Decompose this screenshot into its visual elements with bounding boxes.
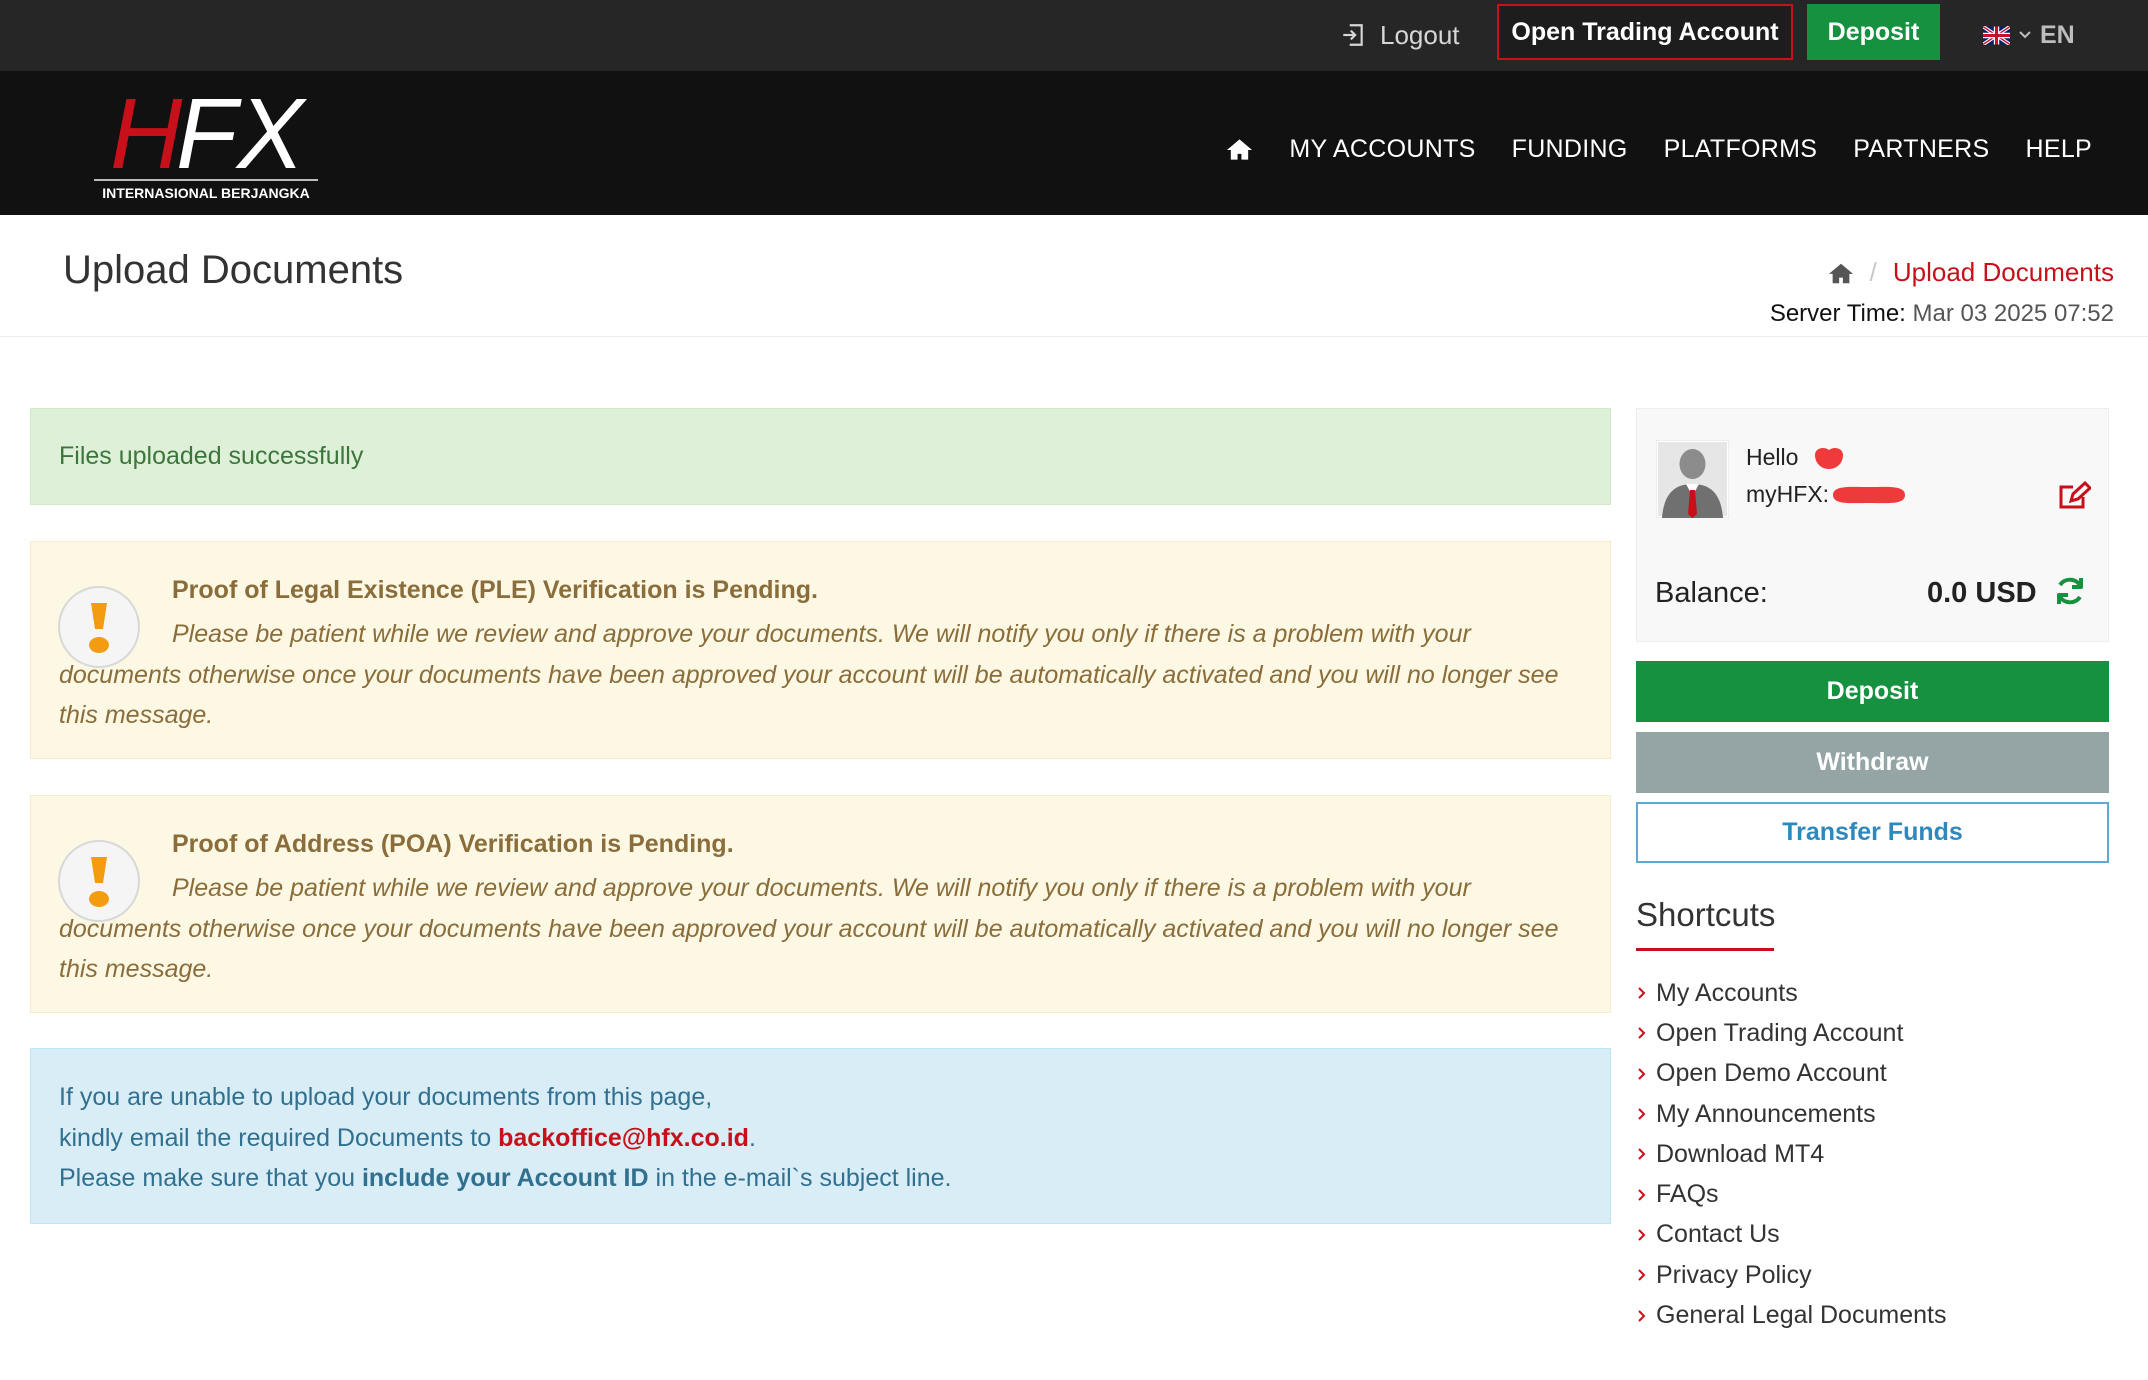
redacted-account-id xyxy=(1833,486,1906,503)
language-label: EN xyxy=(2040,20,2075,49)
chevron-down-icon xyxy=(2019,31,2031,39)
info-line-2-end: . xyxy=(748,1123,756,1152)
info-line-2: kindly email the required Documents to b… xyxy=(59,1118,1610,1159)
chevron-right-icon xyxy=(1638,1269,1646,1281)
chevron-right-icon xyxy=(1638,1309,1646,1322)
shortcut-label: Open Demo Account xyxy=(1656,1059,1887,1088)
shortcut-open-trading-account[interactable]: Open Trading Account xyxy=(1636,1013,1946,1053)
greeting: Hello xyxy=(1746,444,1846,471)
balance-label: Balance: xyxy=(1655,577,1768,609)
shortcut-my-accounts[interactable]: My Accounts xyxy=(1636,973,1946,1013)
hello-label: Hello xyxy=(1746,444,1799,470)
svg-text:FX: FX xyxy=(176,90,307,190)
shortcut-label: My Accounts xyxy=(1656,978,1798,1007)
chevron-right-icon xyxy=(1638,1068,1646,1080)
chevron-right-icon xyxy=(1638,1027,1646,1040)
shortcut-label: General Legal Documents xyxy=(1656,1301,1947,1330)
transfer-funds-button[interactable]: Transfer Funds xyxy=(1636,802,2109,863)
nav-partners[interactable]: PARTNERS xyxy=(1853,135,1989,164)
profile-card: Hello myHFX: Balance: 0.0 USD xyxy=(1636,408,2109,642)
home-icon[interactable] xyxy=(1226,137,1253,161)
top-utility-bar: Logout Open Trading Account Deposit EN xyxy=(0,0,2148,71)
deposit-button-top[interactable]: Deposit xyxy=(1807,4,1940,60)
server-time-label: Server Time: xyxy=(1769,300,1906,327)
shortcut-label: Download MT4 xyxy=(1656,1139,1825,1168)
info-line-3-text: Please make sure that you xyxy=(59,1164,355,1192)
deposit-button[interactable]: Deposit xyxy=(1636,661,2109,722)
shortcut-contact-us[interactable]: Contact Us xyxy=(1636,1215,1946,1255)
ple-alert-message: Please be patient while we review and ap… xyxy=(59,620,1559,729)
logout-label: Logout xyxy=(1380,19,1460,50)
open-trading-account-button[interactable]: Open Trading Account xyxy=(1497,4,1793,60)
info-line-3-end: in the e-mail`s subject line. xyxy=(655,1164,952,1192)
chevron-right-icon xyxy=(1638,1148,1646,1161)
language-selector[interactable]: EN xyxy=(1983,14,2075,56)
shortcut-faqs[interactable]: FAQs xyxy=(1636,1174,1946,1214)
hfx-logo[interactable]: H FX INTERNASIONAL BERJANGKA xyxy=(94,78,318,205)
uk-flag-icon xyxy=(1983,25,2010,45)
shortcut-label: Contact Us xyxy=(1656,1220,1780,1249)
refresh-icon[interactable] xyxy=(2054,575,2086,607)
breadcrumb-separator: / xyxy=(1869,257,1877,287)
shortcut-privacy-policy[interactable]: Privacy Policy xyxy=(1636,1255,1946,1295)
shortcut-my-announcements[interactable]: My Announcements xyxy=(1636,1094,1946,1134)
server-time: Server Time: Mar 03 2025 07:52 xyxy=(1770,300,2114,328)
ple-pending-alert: Proof of Legal Existence (PLE) Verificat… xyxy=(30,541,1611,759)
shortcut-general-legal-documents[interactable]: General Legal Documents xyxy=(1636,1295,1946,1335)
shortcuts-title: Shortcuts xyxy=(1636,896,1776,933)
ple-alert-title: Proof of Legal Existence (PLE) Verificat… xyxy=(172,576,818,604)
account-label: myHFX: xyxy=(1746,481,1830,507)
withdraw-button[interactable]: Withdraw xyxy=(1636,732,2109,793)
chevron-right-icon xyxy=(1638,1229,1646,1241)
upload-help-alert: If you are unable to upload your documen… xyxy=(30,1048,1611,1224)
info-line-2-text: kindly email the required Documents to xyxy=(59,1123,492,1152)
svg-text:H: H xyxy=(110,90,183,190)
backoffice-email-link[interactable]: backoffice@hfx.co.id xyxy=(498,1124,749,1152)
breadcrumb-current[interactable]: Upload Documents xyxy=(1893,257,2114,288)
chevron-right-icon xyxy=(1638,987,1646,999)
info-line-3: Please make sure that you include your A… xyxy=(59,1158,1610,1199)
info-line-3-emphasis: include your Account ID xyxy=(361,1164,649,1192)
logo-subtitle: INTERNASIONAL BERJANGKA xyxy=(102,185,309,201)
edit-profile-icon[interactable] xyxy=(2057,481,2091,511)
breadcrumb: / Upload Documents xyxy=(1828,257,2114,288)
shortcuts-underline xyxy=(1636,948,1774,951)
logout-icon xyxy=(1343,24,1363,46)
nav-my-accounts[interactable]: MY ACCOUNTS xyxy=(1289,135,1475,164)
breadcrumb-home-icon[interactable] xyxy=(1828,261,1854,285)
account-id: myHFX: xyxy=(1746,481,1907,508)
shortcut-label: Open Trading Account xyxy=(1656,1018,1904,1047)
poa-pending-alert: Proof of Address (POA) Verification is P… xyxy=(30,795,1611,1013)
nav-help[interactable]: HELP xyxy=(2025,135,2092,164)
info-line-1: If you are unable to upload your documen… xyxy=(59,1083,713,1111)
poa-alert-message: Please be patient while we review and ap… xyxy=(59,874,1559,983)
balance-value: 0.0 USD xyxy=(1927,577,2037,609)
chevron-right-icon xyxy=(1638,1188,1646,1201)
server-time-value: Mar 03 2025 07:52 xyxy=(1912,300,2114,327)
success-alert: Files uploaded successfully xyxy=(30,408,1611,505)
shortcut-label: FAQs xyxy=(1656,1180,1719,1209)
avatar xyxy=(1656,440,1729,518)
nav-platforms[interactable]: PLATFORMS xyxy=(1664,135,1818,164)
shortcut-open-demo-account[interactable]: Open Demo Account xyxy=(1636,1054,1946,1094)
redacted-name xyxy=(1815,447,1844,469)
shortcuts-list: My Accounts Open Trading Account Open De… xyxy=(1636,973,1946,1336)
logout-link[interactable]: Logout xyxy=(1340,14,1460,56)
nav-funding[interactable]: FUNDING xyxy=(1512,135,1628,164)
shortcut-download-mt4[interactable]: Download MT4 xyxy=(1636,1134,1946,1174)
main-nav: MY ACCOUNTS FUNDING PLATFORMS PARTNERS H… xyxy=(1226,128,2092,170)
poa-alert-title: Proof of Address (POA) Verification is P… xyxy=(172,830,734,858)
page-title: Upload Documents xyxy=(63,248,404,292)
shortcut-label: My Announcements xyxy=(1656,1099,1876,1128)
chevron-right-icon xyxy=(1638,1108,1646,1120)
shortcut-label: Privacy Policy xyxy=(1656,1260,1812,1289)
